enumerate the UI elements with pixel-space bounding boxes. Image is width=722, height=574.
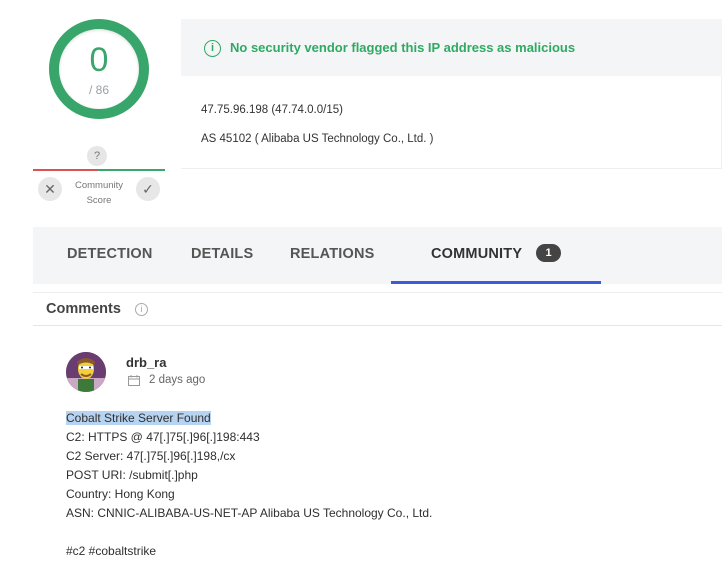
community-count-badge: 1 (536, 244, 561, 262)
tab-relations[interactable]: RELATIONS (290, 246, 375, 262)
comment-line: Country: Hong Kong (66, 487, 175, 501)
detection-count: 0 (89, 41, 109, 79)
comment-line: Cobalt Strike Server Found (66, 409, 432, 428)
community-score-label: Community Score (74, 180, 124, 206)
tab-community[interactable]: COMMUNITY (431, 246, 522, 262)
tab-details[interactable]: DETAILS (191, 246, 253, 262)
autonomous-system[interactable]: AS 45102 ( Alibaba US Technology Co., Lt… (201, 133, 434, 145)
ip-address-range[interactable]: 47.75.96.198 (47.74.0.0/15) (201, 104, 343, 116)
info-check-icon: i (204, 40, 221, 57)
comment-author[interactable]: drb_ra (126, 355, 166, 370)
comment-body: Cobalt Strike Server Found C2: HTTPS @ 4… (66, 409, 432, 561)
comment-line: C2 Server: 47[.]75[.]96[.]198,/cx (66, 449, 236, 463)
community-score-positive-bar (98, 169, 165, 171)
comments-title: Comments (46, 301, 121, 317)
tab-detection[interactable]: DETECTION (67, 246, 153, 262)
calendar-icon (128, 375, 140, 386)
comment-tags[interactable]: #c2 #cobaltstrike (66, 542, 432, 561)
upvote-button[interactable]: ✓ (136, 177, 160, 201)
comments-info-icon[interactable]: i (135, 303, 148, 316)
status-message: No security vendor flagged this IP addre… (230, 40, 576, 55)
ip-info-panel (181, 76, 722, 169)
comment-line: ASN: CNNIC-ALIBABA-US-NET-AP Alibaba US … (66, 506, 433, 520)
detection-score-ring: 0 / 86 (49, 19, 149, 119)
downvote-button[interactable]: ✕ (38, 177, 62, 201)
comment-highlighted-title: Cobalt Strike Server Found (66, 411, 211, 425)
community-score-help-icon[interactable]: ? (87, 146, 107, 166)
community-score-negative-bar (33, 169, 98, 171)
vendor-total: / 86 (88, 83, 109, 97)
comment-line: C2: HTTPS @ 47[.]75[.]96[.]198:443 (66, 430, 260, 444)
active-tab-indicator (391, 281, 601, 284)
comment-line: POST URI: /submit[.]php (66, 468, 198, 482)
avatar[interactable] (66, 352, 106, 392)
comment-date: 2 days ago (149, 374, 206, 386)
comment-line (66, 523, 432, 542)
